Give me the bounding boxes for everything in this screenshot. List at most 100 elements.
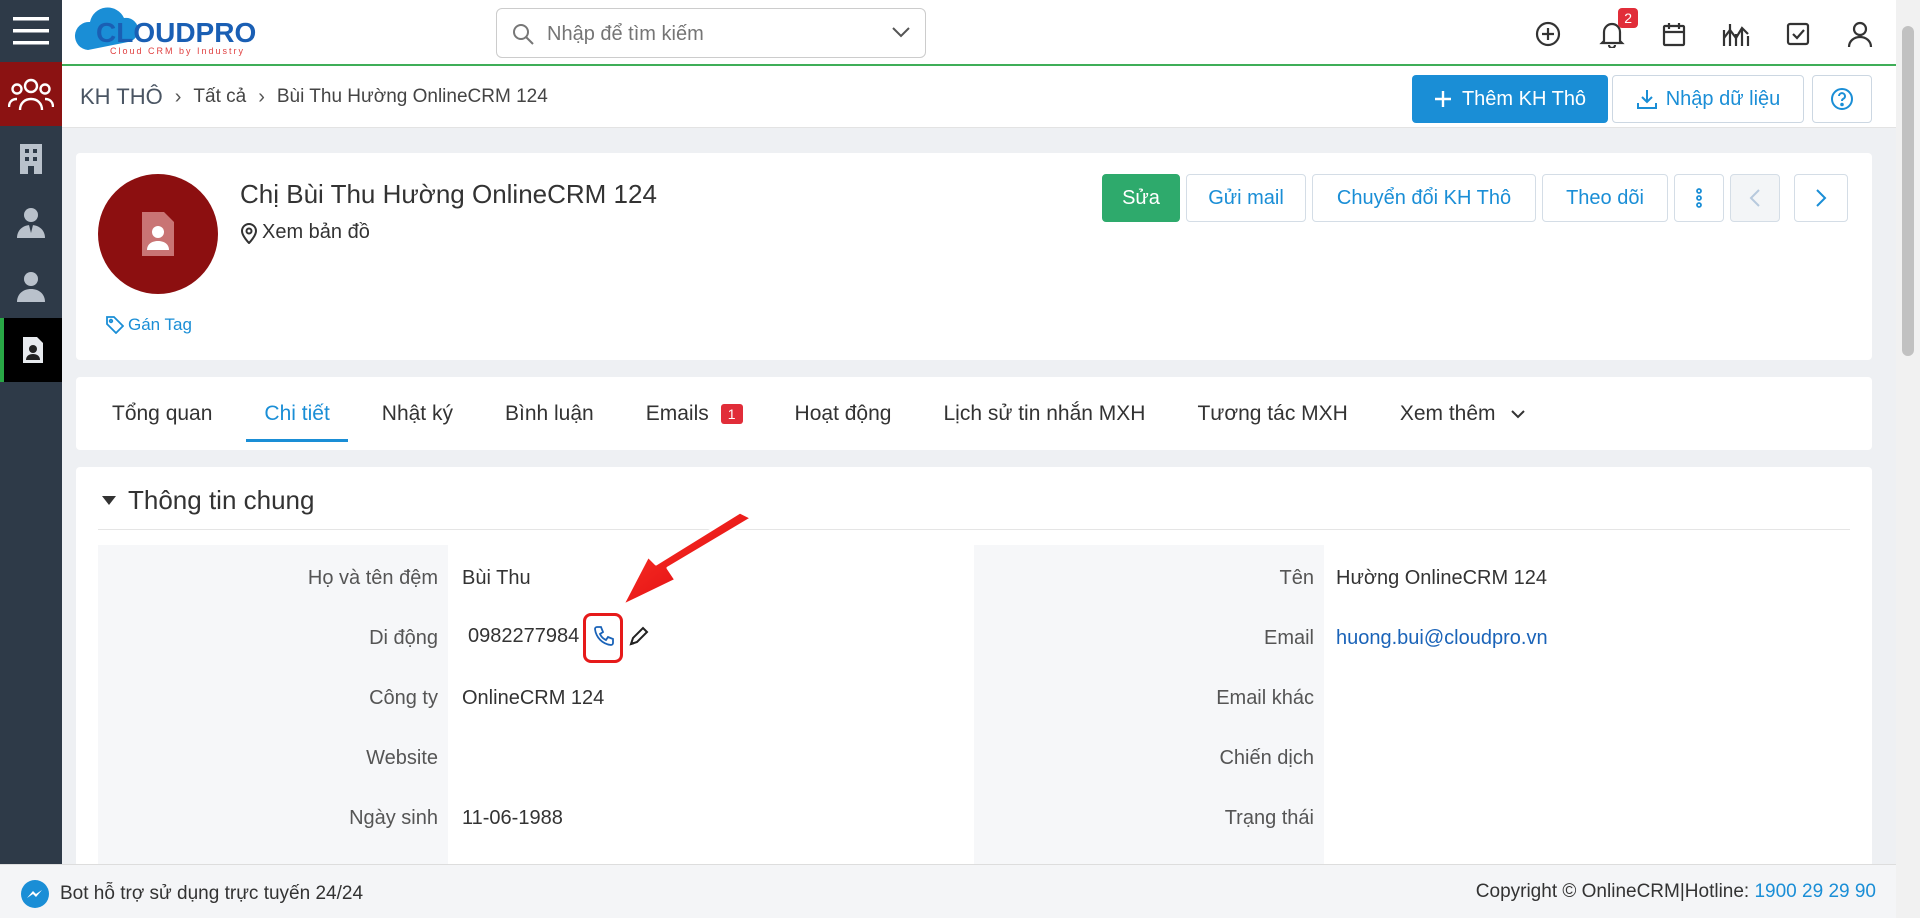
edit-button[interactable]: Sửa	[1102, 174, 1180, 222]
tab-activities[interactable]: Hoạt động	[795, 377, 892, 450]
tab-log[interactable]: Nhật ký	[382, 377, 453, 450]
users-group-icon	[8, 78, 54, 111]
scrollbar-thumb[interactable]	[1902, 26, 1914, 356]
tab-comments[interactable]: Bình luận	[505, 377, 594, 450]
sidebar-item-organizations[interactable]	[0, 126, 62, 190]
field-label: Email	[1263, 627, 1314, 649]
contact-file-icon	[142, 212, 174, 256]
highlight-box	[583, 613, 623, 663]
breadcrumb-all[interactable]: Tất cả	[193, 86, 246, 108]
send-mail-button[interactable]: Gửi mail	[1186, 174, 1306, 222]
checkbox-icon	[1786, 22, 1810, 46]
follow-button[interactable]: Theo dõi	[1542, 174, 1668, 222]
pencil-icon	[629, 626, 649, 646]
tab-overview[interactable]: Tổng quan	[112, 377, 212, 450]
tab-detail[interactable]: Chi tiết	[246, 377, 349, 450]
quick-create-button[interactable]	[1532, 18, 1564, 50]
mobile-value: 0982277984	[468, 625, 580, 647]
view-map-link[interactable]: Xem bản đồ	[240, 221, 370, 244]
tab-social-messages[interactable]: Lịch sử tin nhắn MXH	[943, 377, 1145, 450]
sidebar-item-contacts[interactable]	[0, 190, 62, 254]
building-icon	[20, 144, 42, 174]
field-label: Công ty	[369, 687, 438, 709]
field-value: 11-06-1988	[462, 807, 563, 829]
section-header[interactable]: Thông tin chung	[102, 485, 314, 516]
user-outline-icon	[1847, 21, 1873, 48]
hamburger-menu-button[interactable]	[0, 0, 62, 62]
breadcrumb-bar: KH THÔ › Tất cả › Bùi Thu Hường OnlineCR…	[62, 66, 1896, 128]
left-sidebar	[0, 0, 62, 918]
chevron-right-icon: ›	[258, 85, 265, 108]
breadcrumb: KH THÔ › Tất cả › Bùi Thu Hường OnlineCR…	[80, 84, 548, 110]
field-label: Website	[366, 747, 438, 769]
copyright-text: Copyright © OnlineCRM|Hotline: 1900 29 2…	[1475, 881, 1876, 902]
logo-text: CLOUDPRO	[96, 17, 256, 48]
page-scrollbar[interactable]	[1896, 0, 1920, 918]
download-icon	[1636, 90, 1657, 109]
chevron-right-icon	[1816, 189, 1827, 207]
user-icon	[17, 272, 45, 302]
search-icon	[513, 24, 534, 45]
add-lead-button[interactable]: Thêm KH Thô	[1412, 75, 1608, 123]
field-label: Email khác	[1216, 687, 1314, 709]
right-label-column	[974, 545, 1324, 885]
sidebar-item-users[interactable]	[0, 254, 62, 318]
import-data-button[interactable]: Nhập dữ liệu	[1612, 75, 1804, 123]
contact-card-icon	[23, 337, 43, 363]
notifications-button[interactable]: 2	[1596, 8, 1638, 50]
breadcrumb-module[interactable]: KH THÔ	[80, 84, 163, 110]
field-label: Di động	[369, 627, 438, 649]
add-tag-link[interactable]: Gán Tag	[106, 315, 192, 335]
reports-button[interactable]	[1720, 18, 1752, 50]
plus-icon	[1434, 91, 1451, 107]
calendar-button[interactable]	[1658, 18, 1690, 50]
support-bot-link[interactable]: Bot hỗ trợ sử dụng trực tuyến 24/24	[20, 879, 363, 909]
chevron-down-icon[interactable]	[891, 25, 911, 39]
hamburger-icon	[13, 17, 49, 45]
question-circle-icon	[1831, 88, 1853, 110]
messenger-icon	[21, 880, 49, 908]
record-name: Chị Bùi Thu Hường OnlineCRM 124	[240, 179, 657, 209]
hotline-link[interactable]: 1900 29 29 90	[1754, 881, 1876, 902]
tab-emails[interactable]: Emails 1	[646, 377, 743, 450]
left-label-column	[98, 545, 448, 885]
sidebar-item-leads[interactable]	[0, 318, 62, 382]
next-record-button[interactable]	[1794, 174, 1848, 222]
field-label: Chiến dịch	[1219, 747, 1314, 769]
tab-more[interactable]: Xem thêm	[1400, 377, 1526, 450]
more-actions-button[interactable]	[1674, 174, 1724, 222]
tag-icon	[106, 316, 124, 334]
annotation-arrow-icon	[620, 510, 754, 608]
footer: Bot hỗ trợ sử dụng trực tuyến 24/24 Copy…	[0, 864, 1896, 918]
search-box[interactable]	[496, 8, 926, 58]
field-label: Họ và tên đệm	[307, 567, 438, 589]
convert-lead-button[interactable]: Chuyển đổi KH Thô	[1312, 174, 1536, 222]
email-link[interactable]: huong.bui@cloudpro.vn	[1336, 627, 1548, 650]
avatar[interactable]	[98, 174, 218, 294]
user-tie-icon	[17, 208, 45, 238]
sidebar-item-customers[interactable]	[0, 62, 62, 126]
top-bar: CLOUDPRO Cloud CRM by Industry 2	[62, 0, 1896, 66]
chevron-right-icon: ›	[174, 85, 182, 108]
tasks-button[interactable]	[1782, 18, 1814, 50]
field-value: Hường OnlineCRM 124	[1336, 567, 1548, 589]
help-button[interactable]	[1812, 75, 1872, 123]
previous-record-button[interactable]	[1730, 174, 1780, 222]
cloudpro-logo[interactable]: CLOUDPRO Cloud CRM by Industry	[70, 6, 300, 58]
field-label: Ngày sinh	[349, 807, 438, 829]
profile-button[interactable]	[1844, 18, 1876, 50]
notification-badge: 2	[1618, 8, 1638, 28]
search-input[interactable]	[547, 19, 867, 49]
field-label: Tên	[1279, 567, 1314, 589]
edit-field-button[interactable]	[627, 624, 651, 648]
tab-social-interactions[interactable]: Tương tác MXH	[1197, 377, 1347, 450]
dots-vertical-icon	[1696, 188, 1702, 208]
divider	[98, 529, 1850, 530]
chart-line-icon	[1722, 24, 1750, 46]
field-value: Bùi Thu	[462, 567, 531, 589]
emails-count-badge: 1	[720, 403, 743, 424]
chevron-down-icon	[1510, 409, 1525, 418]
profile-card: Chị Bùi Thu Hường OnlineCRM 124 Xem bản …	[76, 153, 1872, 360]
plus-circle-icon	[1535, 21, 1561, 47]
map-pin-icon	[240, 222, 258, 244]
